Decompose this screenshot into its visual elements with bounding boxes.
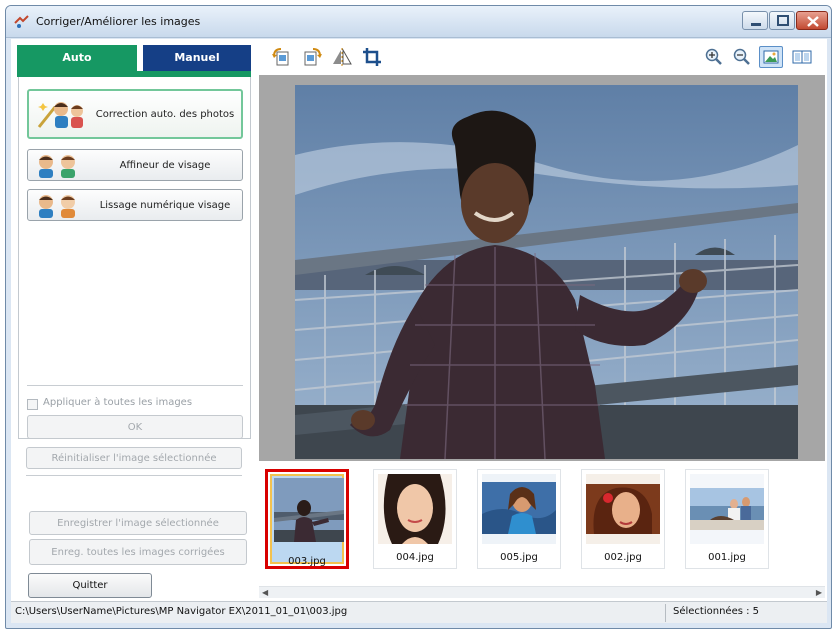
whole-image-view-button[interactable] <box>759 46 783 68</box>
auto-photo-correction-label: Correction auto. des photos <box>95 108 235 120</box>
quit-button[interactable]: Quitter <box>28 573 152 598</box>
rotate-right-icon[interactable] <box>301 47 323 67</box>
apply-all-label: Appliquer à toutes les images <box>43 397 193 408</box>
rotate-left-icon[interactable] <box>271 47 293 67</box>
thumbnail-strip: 003.jpg 004.jpg 005.jpg 002.jpg 001.jpg <box>259 461 825 583</box>
ok-button[interactable]: OK <box>27 415 243 439</box>
close-button[interactable] <box>796 11 828 30</box>
preview-photo <box>295 85 798 459</box>
face-sharpener-icon <box>39 155 75 178</box>
thumbnail-image <box>274 478 344 542</box>
thumbnail-image <box>690 474 764 544</box>
auto-panel: Correction auto. des photos Affineur de … <box>18 77 251 439</box>
zoom-in-icon[interactable] <box>703 47 725 67</box>
title-bar: Corriger/Améliorer les images <box>6 6 831 38</box>
minimize-button[interactable] <box>742 11 768 30</box>
maximize-button[interactable] <box>769 11 795 30</box>
save-all-corrected-button[interactable]: Enreg. toutes les images corrigées <box>29 539 247 565</box>
thumbnail-name: 001.jpg <box>708 552 746 563</box>
thumbnail-image <box>586 474 660 544</box>
thumbnail-003[interactable]: 003.jpg <box>265 469 349 569</box>
thumbnail-005[interactable]: 005.jpg <box>477 469 561 569</box>
reset-selected-image-button[interactable]: Réinitialiser l'image sélectionnée <box>26 447 242 469</box>
face-sharpener-button[interactable]: Affineur de visage <box>27 149 243 181</box>
thumbnail-name: 003.jpg <box>288 556 326 567</box>
close-icon <box>807 16 819 27</box>
status-selected-count: Sélectionnées : 5 <box>673 606 760 617</box>
thumbnail-image <box>482 474 556 544</box>
compare-view-icon[interactable] <box>791 47 813 67</box>
window-title: Corriger/Améliorer les images <box>36 15 201 28</box>
zoom-out-icon[interactable] <box>731 47 753 67</box>
status-file-path: C:\Users\UserName\Pictures\MP Navigator … <box>15 606 348 617</box>
apply-all-checkbox[interactable] <box>27 399 38 410</box>
status-bar: C:\Users\UserName\Pictures\MP Navigator … <box>11 601 827 623</box>
client-area: Auto Manuel Correction auto. des photos <box>11 39 827 623</box>
tab-auto[interactable]: Auto <box>17 45 137 71</box>
tab-manual[interactable]: Manuel <box>143 45 251 71</box>
whole-image-view-icon <box>763 50 779 64</box>
auto-photo-correction-icon <box>37 102 83 128</box>
thumbnail-004[interactable]: 004.jpg <box>373 469 457 569</box>
auto-photo-correction-button[interactable]: Correction auto. des photos <box>27 89 243 139</box>
thumbnail-image <box>378 474 452 544</box>
flip-icon[interactable] <box>331 47 353 67</box>
separator <box>27 385 243 386</box>
digital-face-smoothing-icon <box>39 195 75 218</box>
app-window: Corriger/Améliorer les images Auto Manue… <box>5 5 832 629</box>
app-icon <box>14 15 29 28</box>
digital-face-smoothing-label: Lissage numérique visage <box>99 199 231 211</box>
save-selected-image-button[interactable]: Enregistrer l'image sélectionnée <box>29 511 247 535</box>
preview-area <box>259 75 825 461</box>
face-sharpener-label: Affineur de visage <box>119 159 211 171</box>
thumbnail-002[interactable]: 002.jpg <box>581 469 665 569</box>
thumbnail-001[interactable]: 001.jpg <box>685 469 769 569</box>
thumbnail-scrollbar[interactable]: ◀ ▶ <box>259 586 825 598</box>
thumbnail-name: 005.jpg <box>500 552 538 563</box>
crop-icon[interactable] <box>361 47 383 67</box>
maximize-icon <box>777 15 789 26</box>
minimize-icon <box>751 23 761 26</box>
scroll-right-icon[interactable]: ▶ <box>816 588 822 597</box>
separator <box>26 475 242 476</box>
toolbar <box>255 39 827 75</box>
thumbnail-name: 002.jpg <box>604 552 642 563</box>
left-pane: Auto Manuel Correction auto. des photos <box>15 43 253 568</box>
scroll-left-icon[interactable]: ◀ <box>262 588 268 597</box>
digital-face-smoothing-button[interactable]: Lissage numérique visage <box>27 189 243 221</box>
thumbnail-name: 004.jpg <box>396 552 434 563</box>
status-divider <box>665 604 666 622</box>
